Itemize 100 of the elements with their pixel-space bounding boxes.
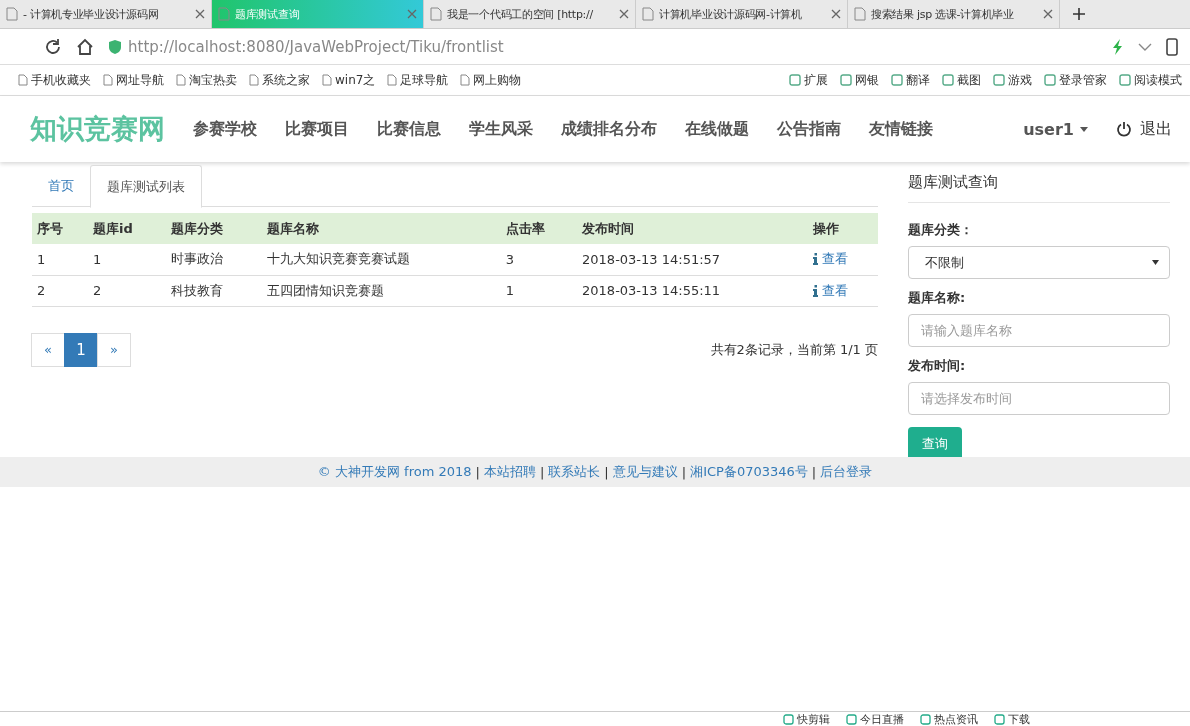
nav-link[interactable]: 学生风采 [469,118,533,140]
square-icon[interactable] [783,713,794,725]
nav-link[interactable]: 在线做题 [685,118,749,140]
view-link[interactable]: 查看 [812,250,848,269]
browser-tab[interactable]: 我是一个代码工的空间 [http:// [424,0,636,28]
page-link[interactable]: 1 [64,332,98,367]
table-cell: 2 [32,275,89,306]
toolbar-button[interactable]: 翻译 [891,71,930,89]
logout-link[interactable]: 退出 [1116,118,1172,140]
close-icon[interactable] [1043,9,1053,19]
close-icon[interactable] [831,9,841,19]
input-field[interactable]: 请输入题库名称 [908,314,1170,347]
table-cell: 1 [32,244,89,275]
toolbar-button[interactable]: 扩展 [789,71,828,89]
table-cell: 1 [500,275,578,306]
view-link[interactable]: 查看 [812,281,848,300]
nav-link[interactable]: 比赛信息 [377,118,441,140]
page-icon[interactable] [430,7,442,21]
status-bar-item[interactable]: 快剪辑 [783,712,830,726]
table-cell: 时事政治 [165,244,263,275]
page-icon[interactable] [18,74,28,86]
bookmark-link[interactable]: 网上购物 [460,71,522,89]
status-bar-item[interactable]: 今日直播 [846,712,904,726]
caret-icon[interactable] [1152,260,1159,265]
field-label: 发布时间: [908,357,967,375]
column-header: 序号 [32,213,89,244]
separator: | [681,464,687,480]
square-icon[interactable] [846,713,857,725]
footer-link[interactable]: 本站招聘 [483,463,536,481]
footer-link[interactable]: 联系站长 [548,463,601,481]
bookmark-link[interactable]: 足球导航 [387,71,449,89]
user-menu[interactable]: user1 [1023,119,1088,139]
tab[interactable]: 首页 [32,165,90,206]
browser-tab[interactable]: 计算机毕业设计源码网-计算机 [636,0,848,28]
nav-link[interactable]: 公告指南 [777,118,841,140]
page-icon[interactable] [387,74,398,86]
square-icon[interactable] [993,74,1005,86]
toolbar-button[interactable]: 登录管家 [1044,71,1107,89]
input-field[interactable]: 请选择发布时间 [908,382,1170,415]
category-select[interactable]: 不限制 [908,246,1170,279]
close-icon[interactable] [195,9,205,19]
record-summary: 共有2条记录，当前第 1/1 页 [710,340,878,359]
table-cell: 2 [88,275,166,306]
info-icon[interactable] [812,284,818,297]
square-icon[interactable] [789,74,801,86]
close-icon[interactable] [619,9,629,19]
nav-link[interactable]: 参赛学校 [193,118,257,140]
separator: | [811,464,817,480]
page-icon[interactable] [854,7,866,21]
tab[interactable]: 题库测试列表 [90,165,202,208]
footer-link[interactable]: © 大神开发网 from 2018 [317,463,472,481]
status-bar-item[interactable]: 热点资讯 [920,712,978,726]
plus-icon[interactable] [1072,7,1086,21]
separator: | [539,464,545,480]
toolbar-button[interactable]: 网银 [840,71,879,89]
page-icon[interactable] [6,7,18,21]
toolbar-button[interactable]: 游戏 [993,71,1032,89]
footer-link[interactable]: 后台登录 [820,463,873,481]
close-icon[interactable] [407,9,417,19]
page-link[interactable]: » [97,332,131,367]
square-icon[interactable] [1044,74,1056,86]
shield-icon[interactable] [108,38,122,55]
home-icon[interactable] [76,37,94,56]
nav-link[interactable]: 比赛项目 [285,118,349,140]
square-icon[interactable] [891,74,903,86]
bookmark-link[interactable]: 淘宝热卖 [176,71,237,89]
square-icon[interactable] [994,713,1005,725]
caret-icon[interactable] [1080,126,1088,132]
page-icon[interactable] [322,74,332,86]
footer-link[interactable]: 意见与建议 [612,463,678,481]
phone-icon[interactable] [1166,37,1178,56]
square-icon[interactable] [920,713,931,725]
bookmark-link[interactable]: 网址导航 [103,71,164,89]
page-icon[interactable] [218,7,230,21]
square-icon[interactable] [942,74,954,86]
bolt-icon[interactable] [1112,38,1124,55]
page-icon[interactable] [103,74,113,86]
nav-link[interactable]: 友情链接 [869,118,933,140]
square-icon[interactable] [1119,74,1131,86]
power-icon[interactable] [1116,121,1132,137]
footer-link[interactable]: 湘ICP备0703346号 [690,463,808,481]
bookmark-link[interactable]: 手机收藏夹 [18,71,91,89]
table-cell: 五四团情知识竞赛题 [262,275,501,306]
page-icon[interactable] [176,74,186,86]
info-icon[interactable] [812,253,818,266]
bookmark-link[interactable]: win7之 [322,71,376,89]
toolbar-button[interactable]: 截图 [942,71,981,89]
column-header: 操作 [807,213,878,244]
page-icon[interactable] [460,74,471,86]
column-header: 题库名称 [262,213,501,244]
square-icon[interactable] [840,74,852,86]
nav-link[interactable]: 成绩排名分布 [561,118,657,140]
toolbar-button[interactable]: 阅读模式 [1119,71,1182,89]
status-bar-item[interactable]: 下载 [994,712,1030,726]
page-icon[interactable] [642,7,654,21]
bookmark-link[interactable]: 系统之家 [249,71,310,89]
page-icon[interactable] [249,74,259,86]
url-field[interactable]: http://localhost:8080/JavaWebProject/Tiku/frontlist [128,37,504,56]
browser-tab[interactable]: 搜索结果 jsp 选课-计算机毕业 [848,0,1060,28]
reload-icon[interactable] [44,37,62,56]
